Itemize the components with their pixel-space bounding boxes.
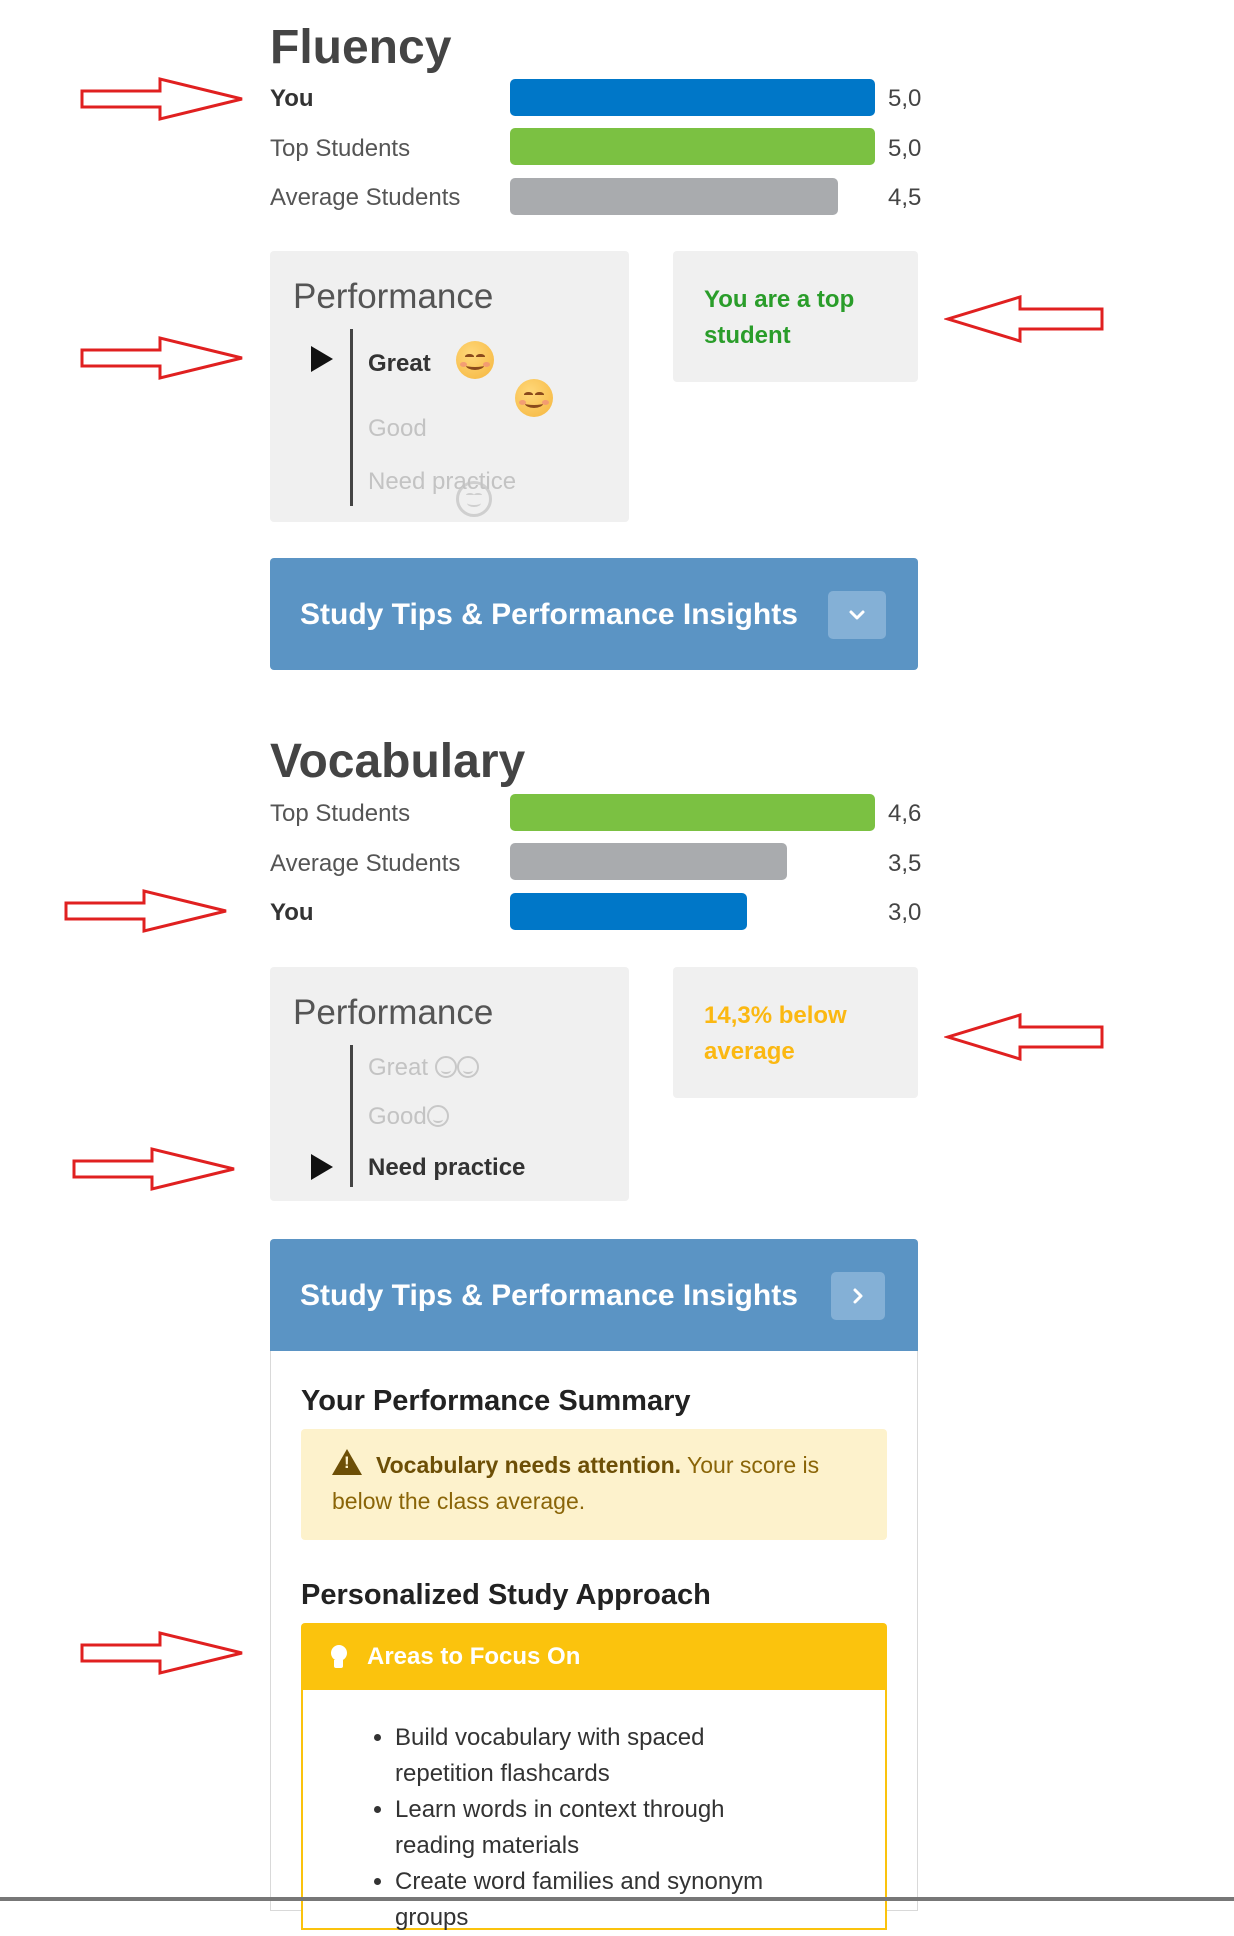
fluency-avg-value: 4,5 bbox=[888, 184, 922, 211]
annotation-arrow-right-icon bbox=[80, 77, 243, 121]
vocab-top-bar bbox=[510, 794, 875, 831]
fluency-performance-card: Performance Great Good Need practice bbox=[270, 251, 629, 522]
focus-areas-header: Areas to Focus On bbox=[301, 1623, 887, 1690]
vocab-avg-bar bbox=[510, 843, 787, 880]
level-great: Great bbox=[368, 1056, 479, 1080]
vocab-performance-card: Performance Great Good Need practice bbox=[270, 967, 629, 1201]
annotation-arrow-right-icon bbox=[80, 336, 243, 380]
annotation-arrow-left-icon bbox=[944, 294, 1104, 344]
performance-title: Performance bbox=[293, 993, 494, 1032]
vocab-study-tips-body: Your Performance Summary Vocabulary need… bbox=[270, 1351, 918, 1931]
focus-areas-title: Areas to Focus On bbox=[367, 1643, 581, 1670]
fluency-top-bar bbox=[510, 128, 875, 165]
fluency-you-value: 5,0 bbox=[888, 85, 922, 112]
focus-areas-list: Build vocabulary with spaced repetition … bbox=[303, 1720, 773, 1936]
level-good: Good bbox=[368, 415, 427, 442]
annotation-arrow-right-icon bbox=[72, 1147, 235, 1191]
annotation-arrow-right-icon bbox=[64, 889, 227, 933]
annotation-arrow-left-icon bbox=[944, 1012, 1104, 1062]
vocab-top-value: 4,6 bbox=[888, 800, 922, 827]
fluency-study-tips-header[interactable]: Study Tips & Performance Insights bbox=[270, 558, 918, 670]
chevron-down-icon[interactable] bbox=[828, 591, 886, 639]
smile-outline-icon bbox=[456, 1056, 479, 1078]
performance-summary-heading: Your Performance Summary bbox=[301, 1385, 691, 1417]
level-good-label: Good bbox=[368, 1103, 427, 1130]
fluency-status-card: You are a top student bbox=[673, 251, 918, 382]
smile-outline-icon bbox=[434, 1056, 457, 1078]
status-message: 14,3% below average bbox=[704, 1002, 847, 1065]
vocabulary-heading: Vocabulary bbox=[270, 735, 526, 788]
level-need-practice: Need practice bbox=[368, 1154, 526, 1181]
warning-icon bbox=[332, 1449, 362, 1475]
vocab-you-bar bbox=[510, 893, 747, 930]
study-approach-heading: Personalized Study Approach bbox=[301, 1579, 711, 1611]
fluency-avg-label: Average Students bbox=[270, 184, 461, 211]
vocab-study-tips-header[interactable]: Study Tips & Performance Insights bbox=[270, 1239, 918, 1351]
active-level-pointer-icon bbox=[311, 1154, 333, 1180]
smile-emoji-icon bbox=[515, 379, 553, 417]
focus-areas-body: Build vocabulary with spaced repetition … bbox=[301, 1690, 887, 1931]
window-bottom-edge bbox=[0, 1897, 1234, 1901]
vocab-avg-label: Average Students bbox=[270, 850, 461, 877]
vocab-avg-value: 3,5 bbox=[888, 850, 922, 877]
chevron-right-icon[interactable] bbox=[831, 1272, 885, 1320]
status-message: You are a top student bbox=[704, 286, 855, 349]
fluency-you-bar bbox=[510, 79, 875, 116]
performance-title: Performance bbox=[293, 277, 494, 316]
list-item: Learn words in context through reading m… bbox=[395, 1792, 773, 1864]
vocab-you-value: 3,0 bbox=[888, 899, 922, 926]
vocab-top-label: Top Students bbox=[270, 800, 411, 827]
level-great: Great bbox=[368, 350, 431, 377]
level-need-practice: Need practice bbox=[368, 468, 517, 495]
alert-bold-text: Vocabulary needs attention. bbox=[376, 1452, 682, 1478]
smile-outline-icon bbox=[426, 1105, 449, 1127]
fluency-you-label: You bbox=[270, 85, 314, 112]
attention-alert: Vocabulary needs attention. Your score i… bbox=[301, 1429, 887, 1540]
annotation-arrow-right-icon bbox=[80, 1631, 243, 1675]
study-tips-title: Study Tips & Performance Insights bbox=[300, 598, 798, 631]
alert-message: Vocabulary needs attention. Your score i… bbox=[332, 1447, 862, 1519]
fluency-avg-bar bbox=[510, 178, 838, 215]
level-divider bbox=[350, 329, 353, 506]
vocab-status-card: 14,3% below average bbox=[673, 967, 918, 1098]
active-level-pointer-icon bbox=[311, 346, 333, 372]
list-item: Build vocabulary with spaced repetition … bbox=[395, 1720, 773, 1792]
smile-emoji-icon bbox=[456, 341, 494, 379]
fluency-heading: Fluency bbox=[270, 21, 452, 74]
fluency-top-label: Top Students bbox=[270, 135, 411, 162]
level-great-label: Great bbox=[368, 1054, 429, 1081]
level-good: Good bbox=[368, 1105, 449, 1129]
lightbulb-icon bbox=[329, 1645, 349, 1671]
study-tips-title: Study Tips & Performance Insights bbox=[300, 1279, 798, 1312]
vocab-you-label: You bbox=[270, 899, 314, 926]
level-divider bbox=[350, 1045, 353, 1187]
fluency-top-value: 5,0 bbox=[888, 135, 922, 162]
